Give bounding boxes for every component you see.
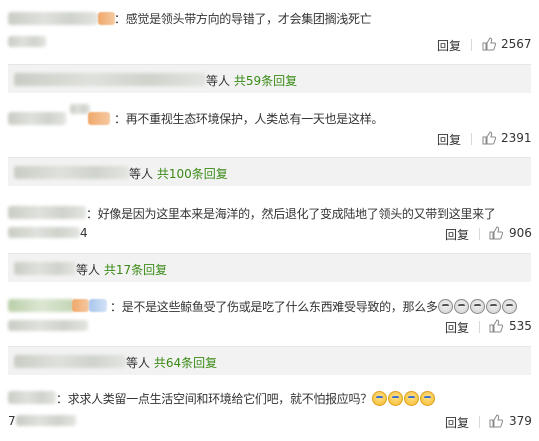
reply-button[interactable]: 回复 (437, 37, 461, 54)
blurred-date (8, 227, 80, 238)
blurred-username[interactable] (8, 206, 86, 219)
thumbs-up-icon[interactable] (489, 319, 503, 333)
comment-2: ：再不重视生态环境保护，人类总有一天也是这样。 回复 2391 (0, 104, 539, 155)
subreply-summary-1[interactable]: 等人 共59条回复 (8, 64, 531, 93)
blurred-names (14, 262, 76, 275)
vip-badge-icon (89, 299, 107, 312)
comment-text-body: ：是不是这些鲸鱼受了伤或是吃了什么东西难受导致的，那么多 (110, 300, 438, 314)
thumbs-up-icon[interactable] (482, 131, 496, 145)
divider (479, 228, 480, 240)
sad-emoji-icon (485, 299, 501, 314)
sad-emoji-icon (501, 299, 517, 314)
comment-text: ：是不是这些鲸鱼受了伤或是吃了什么东西难受导致的，那么多 (110, 298, 518, 315)
blurred-username[interactable] (8, 391, 56, 404)
subreply-text[interactable]: 等人 共17条回复 (76, 261, 167, 278)
subreply-count[interactable]: 共59条回复 (234, 74, 297, 88)
blurred-date (8, 320, 88, 331)
comment-text: ：再不重视生态环境保护，人类总有一天也是这样。 (114, 112, 384, 126)
thumbs-up-icon[interactable] (489, 414, 503, 428)
crying-emoji-icon (419, 391, 435, 406)
comment-text: ：好像是因为这里本来是海洋的，然后退化了变成陆地了领头的又带到这里来了 (86, 207, 496, 221)
like-count: 535 (509, 319, 532, 333)
thumbs-up-icon[interactable] (489, 226, 503, 240)
subreply-summary-3[interactable]: 等人 共17条回复 (8, 253, 531, 282)
subreply-summary-4[interactable]: 等人 共64条回复 (8, 346, 531, 375)
thumbs-up-icon[interactable] (482, 37, 496, 51)
sad-emoji-icon (453, 299, 469, 314)
blurred-username[interactable] (8, 12, 98, 25)
like-count: 906 (509, 226, 532, 240)
like-count: 2567 (501, 37, 532, 51)
divider (479, 321, 480, 333)
subreply-count[interactable]: 共100条回复 (157, 167, 228, 181)
sad-emoji-icon (469, 299, 485, 314)
like-count: 2391 (501, 131, 532, 145)
comment-text: ：求求人类留一点生活空间和环境给它们吧，就不怕报应吗？ (56, 390, 436, 407)
comment-text: ：感觉是领头带方向的导错了，才会集团搁浅死亡 (114, 12, 372, 26)
blurred-username[interactable] (8, 299, 74, 312)
reply-button[interactable]: 回复 (445, 414, 469, 431)
subreply-suffix: 等人 (206, 74, 234, 88)
subreply-count[interactable]: 共64条回复 (154, 356, 217, 370)
badge-icon (72, 299, 89, 312)
reply-button[interactable]: 回复 (445, 226, 469, 243)
crying-emoji-icon (403, 391, 419, 406)
like-count: 379 (509, 414, 532, 428)
badge-icon (98, 12, 115, 25)
crying-emoji-icon (387, 391, 403, 406)
subreply-text[interactable]: 等人 共100条回复 (129, 165, 228, 182)
comment-1: ：感觉是领头带方向的导错了，才会集团搁浅死亡 回复 2567 (0, 10, 539, 55)
divider (471, 133, 472, 145)
blurred-username-2[interactable] (70, 104, 90, 114)
comment-4: ：是不是这些鲸鱼受了伤或是吃了什么东西难受导致的，那么多 回复 535 (0, 298, 539, 343)
comment-date: 4 (80, 226, 88, 240)
divider (471, 39, 472, 51)
subreply-count[interactable]: 共17条回复 (104, 263, 167, 277)
subreply-text[interactable]: 等人 共59条回复 (206, 72, 297, 89)
subreply-text[interactable]: 等人 共64条回复 (126, 354, 217, 371)
subreply-suffix: 等人 (126, 356, 154, 370)
sad-emoji-icon (437, 299, 453, 314)
subreply-summary-2[interactable]: 等人 共100条回复 (8, 157, 531, 186)
badge-icon (88, 112, 110, 125)
comment-date: 7 (8, 414, 16, 428)
crying-emoji-icon (371, 391, 387, 406)
reply-button[interactable]: 回复 (445, 319, 469, 336)
comment-3: ：好像是因为这里本来是海洋的，然后退化了变成陆地了领头的又带到这里来了 4 回复… (0, 205, 539, 250)
subreply-suffix: 等人 (129, 167, 157, 181)
comment-5: ：求求人类留一点生活空间和环境给它们吧，就不怕报应吗？ 7 回复 379 (0, 390, 539, 435)
blurred-date (8, 36, 46, 47)
comment-text-body: ：求求人类留一点生活空间和环境给它们吧，就不怕报应吗？ (56, 392, 372, 406)
blurred-date (16, 415, 76, 426)
divider (479, 416, 480, 428)
subreply-suffix: 等人 (76, 263, 104, 277)
blurred-names (14, 73, 206, 86)
reply-button[interactable]: 回复 (437, 131, 461, 148)
blurred-names (14, 166, 129, 179)
blurred-username[interactable] (8, 112, 66, 125)
blurred-names (14, 355, 126, 368)
